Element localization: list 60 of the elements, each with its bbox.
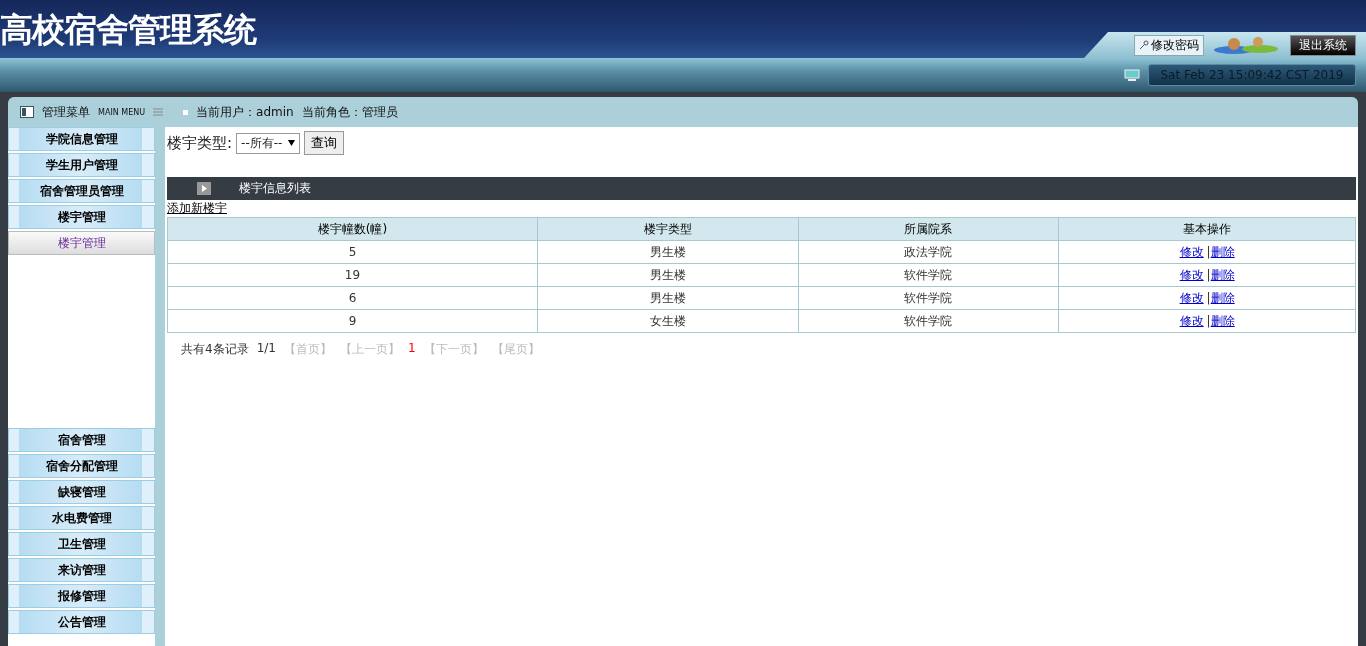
menu-item[interactable]: 学院信息管理 xyxy=(8,127,155,151)
list-icon xyxy=(153,107,164,117)
column-header: 所属院系 xyxy=(798,217,1059,241)
menu-item[interactable]: 卫生管理 xyxy=(8,532,155,556)
submenu-item[interactable]: 楼宇管理 xyxy=(8,231,155,255)
monitor-icon xyxy=(1124,69,1140,81)
layout-icon xyxy=(20,106,34,118)
menu-item[interactable]: 报修管理 xyxy=(8,584,155,608)
dropdown-caret-icon xyxy=(288,140,296,146)
menu-title: 管理菜单 xyxy=(42,103,90,121)
table-cell: 软件学院 xyxy=(798,309,1059,333)
table-cell: 19 xyxy=(167,263,538,287)
table-cell: 9 xyxy=(167,309,538,333)
play-icon xyxy=(197,182,211,195)
table-cell: 政法学院 xyxy=(798,240,1059,264)
current-page: 1 xyxy=(407,341,416,357)
menu-item[interactable]: 来访管理 xyxy=(8,558,155,582)
square-bullet-icon xyxy=(183,109,189,115)
separator-text: | xyxy=(1206,313,1211,328)
table-cell: 男生楼 xyxy=(537,286,799,310)
menu-item[interactable]: 宿舍分配管理 xyxy=(8,454,155,478)
filter-label: 楼宇类型: xyxy=(167,133,233,153)
menu-item[interactable]: 缺寝管理 xyxy=(8,480,155,504)
menu-item[interactable]: 水电费管理 xyxy=(8,506,155,530)
add-building-link[interactable]: 添加新楼宇 xyxy=(167,200,227,217)
action-link[interactable]: 修改 xyxy=(1179,244,1204,259)
key-icon xyxy=(1139,40,1149,50)
menu-item[interactable]: 宿舍管理员管理 xyxy=(8,179,155,203)
table-cell: 软件学院 xyxy=(798,263,1059,287)
type-select[interactable]: --所有-- xyxy=(236,132,301,154)
datetime-display: Sat Feb 23 15:09:42 CST 2019 xyxy=(1148,64,1356,86)
column-header: 基本操作 xyxy=(1058,217,1356,241)
pager-info: 共有4条记录 xyxy=(181,341,249,358)
current-user-text: 当前用户：admin xyxy=(196,103,294,121)
action-link[interactable]: 修改 xyxy=(1179,313,1204,328)
menu-item[interactable]: 学生用户管理 xyxy=(8,153,155,177)
separator-text: | xyxy=(1206,267,1211,282)
app-title: 高校宿舍管理系统 xyxy=(0,9,256,51)
table-cell: 5 xyxy=(167,240,538,264)
menu-item[interactable]: 公告管理 xyxy=(8,610,155,634)
column-header: 楼宇幢数(幢) xyxy=(167,217,538,241)
menu-item[interactable]: 楼宇管理 xyxy=(8,205,155,229)
query-button[interactable]: 查询 xyxy=(304,131,345,155)
change-password-button[interactable]: 修改密码 xyxy=(1134,34,1204,56)
menu-item[interactable]: 宿舍管理 xyxy=(8,428,155,452)
menu-subtitle: MAIN MENU xyxy=(98,107,146,117)
table-cell: 6 xyxy=(167,286,538,310)
action-link[interactable]: 修改 xyxy=(1179,290,1204,305)
logout-button[interactable]: 退出系统 xyxy=(1290,34,1356,56)
separator-text: | xyxy=(1206,290,1211,305)
current-role-text: 当前角色：管理员 xyxy=(301,103,398,121)
pager-info: 1/1 xyxy=(256,341,276,357)
column-header: 楼宇类型 xyxy=(537,217,799,241)
table-cell: 女生楼 xyxy=(537,309,799,333)
table-cell: 男生楼 xyxy=(537,240,799,264)
separator-text: | xyxy=(1206,244,1211,259)
list-title: 楼宇信息列表 xyxy=(239,180,311,197)
table-cell: 软件学院 xyxy=(798,286,1059,310)
action-link[interactable]: 修改 xyxy=(1179,267,1204,282)
table-cell: 男生楼 xyxy=(537,263,799,287)
